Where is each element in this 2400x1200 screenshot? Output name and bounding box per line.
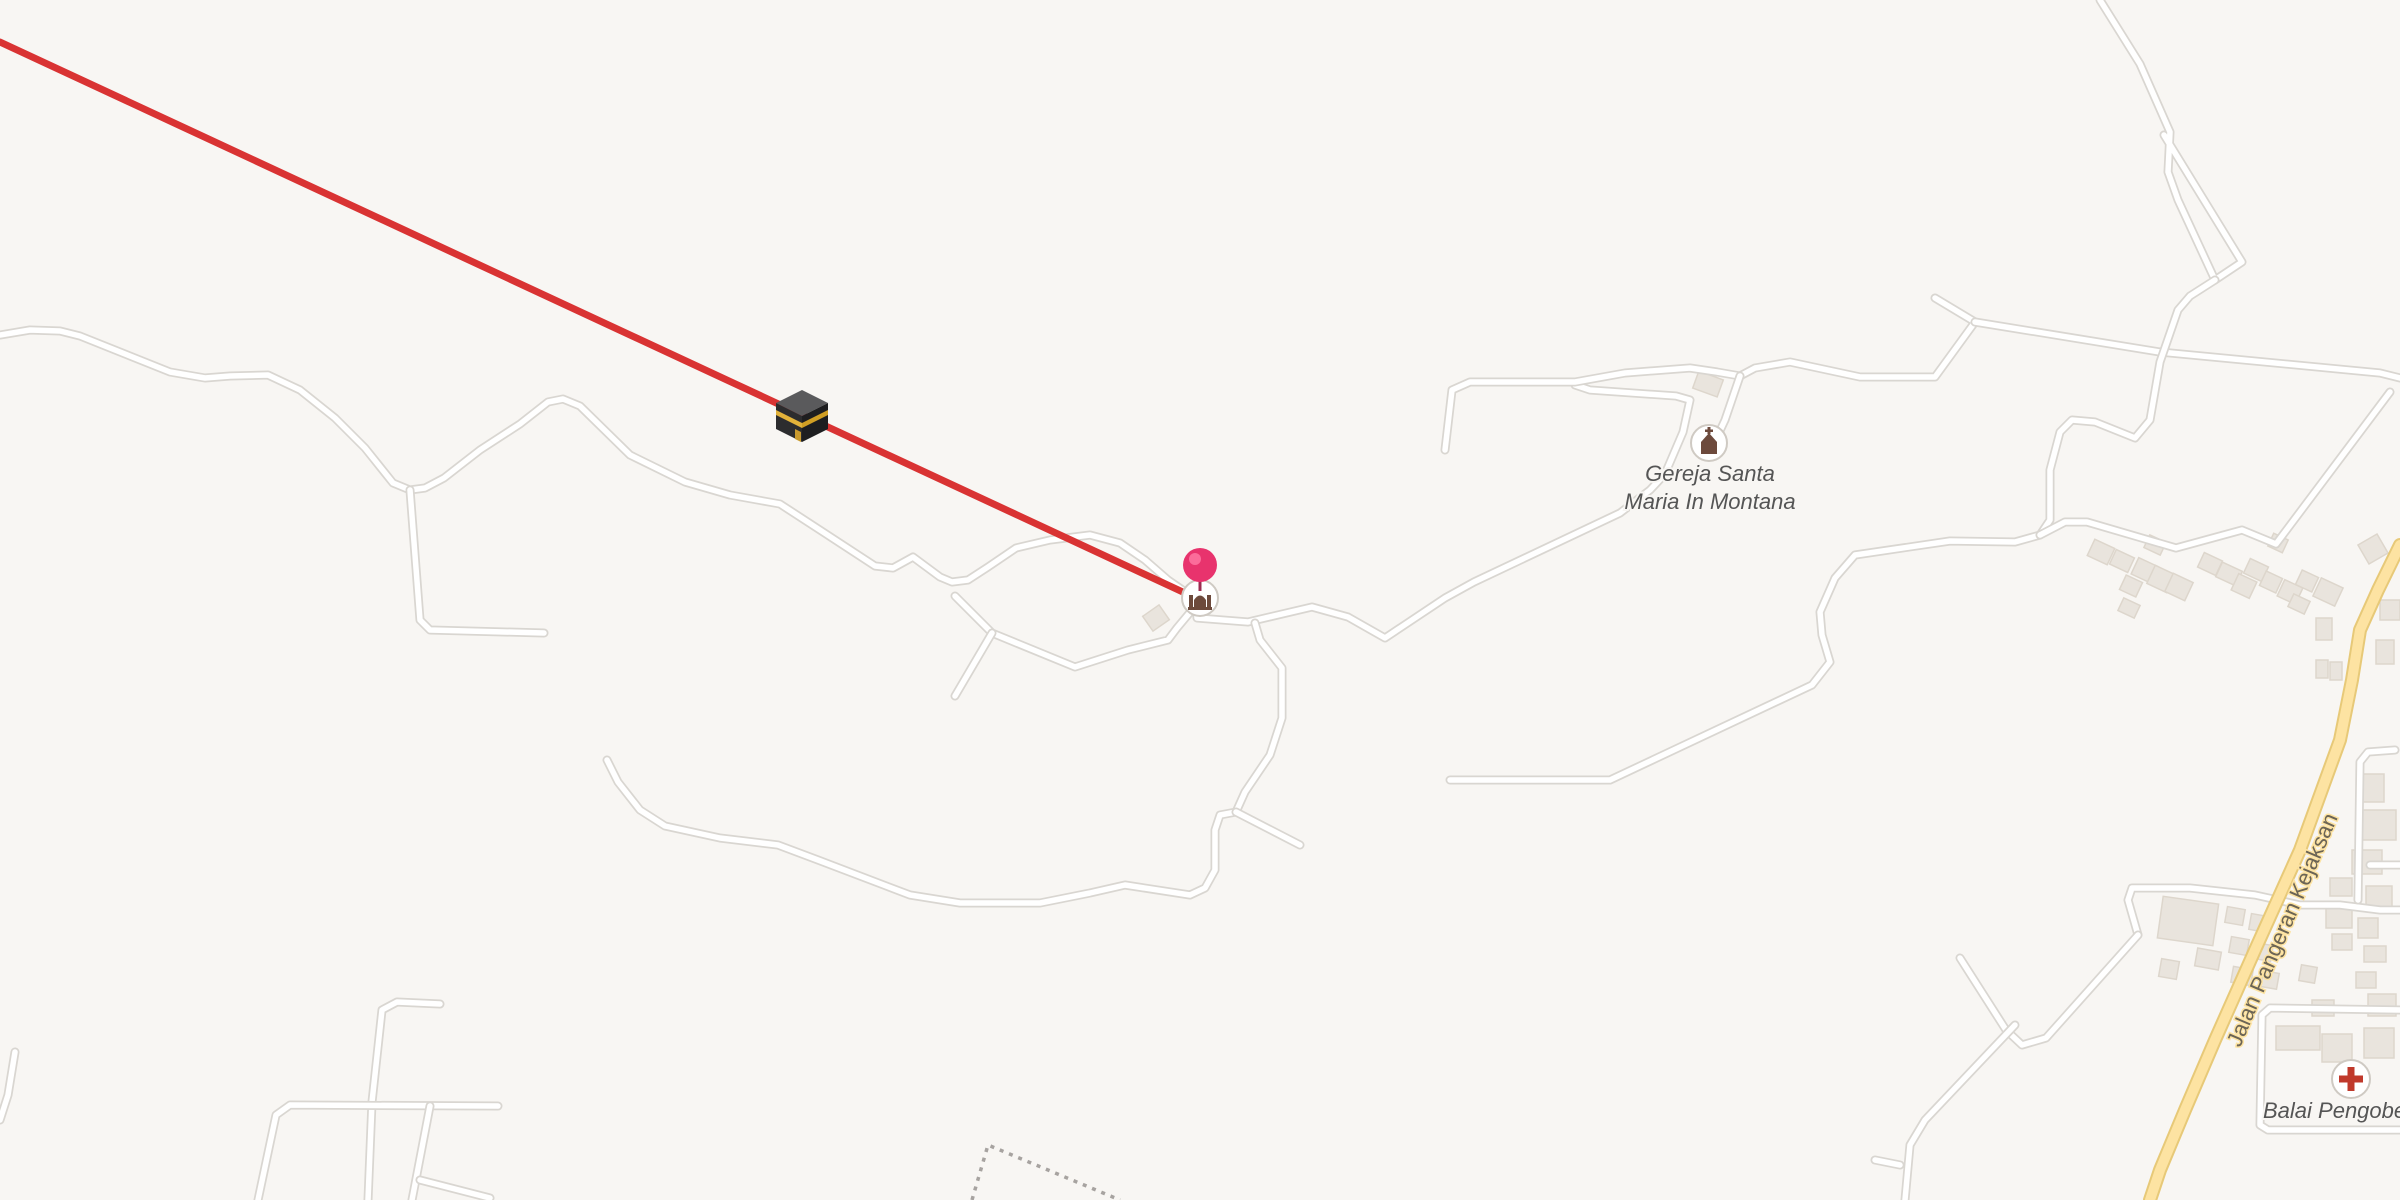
clinic-poi[interactable] <box>2331 1059 2371 1099</box>
church-label-line2[interactable]: Maria In Montana <box>1622 487 1797 516</box>
clinic-label[interactable]: Balai Pengobe <box>2261 1096 2400 1125</box>
mosque-icon <box>1188 595 1212 610</box>
church-label-line1[interactable]: Gereja Santa <box>1643 459 1777 488</box>
map-canvas[interactable]: Gereja Santa Maria In Montana Jalan Pang… <box>0 0 2400 1200</box>
church-poi[interactable] <box>1690 424 1728 462</box>
